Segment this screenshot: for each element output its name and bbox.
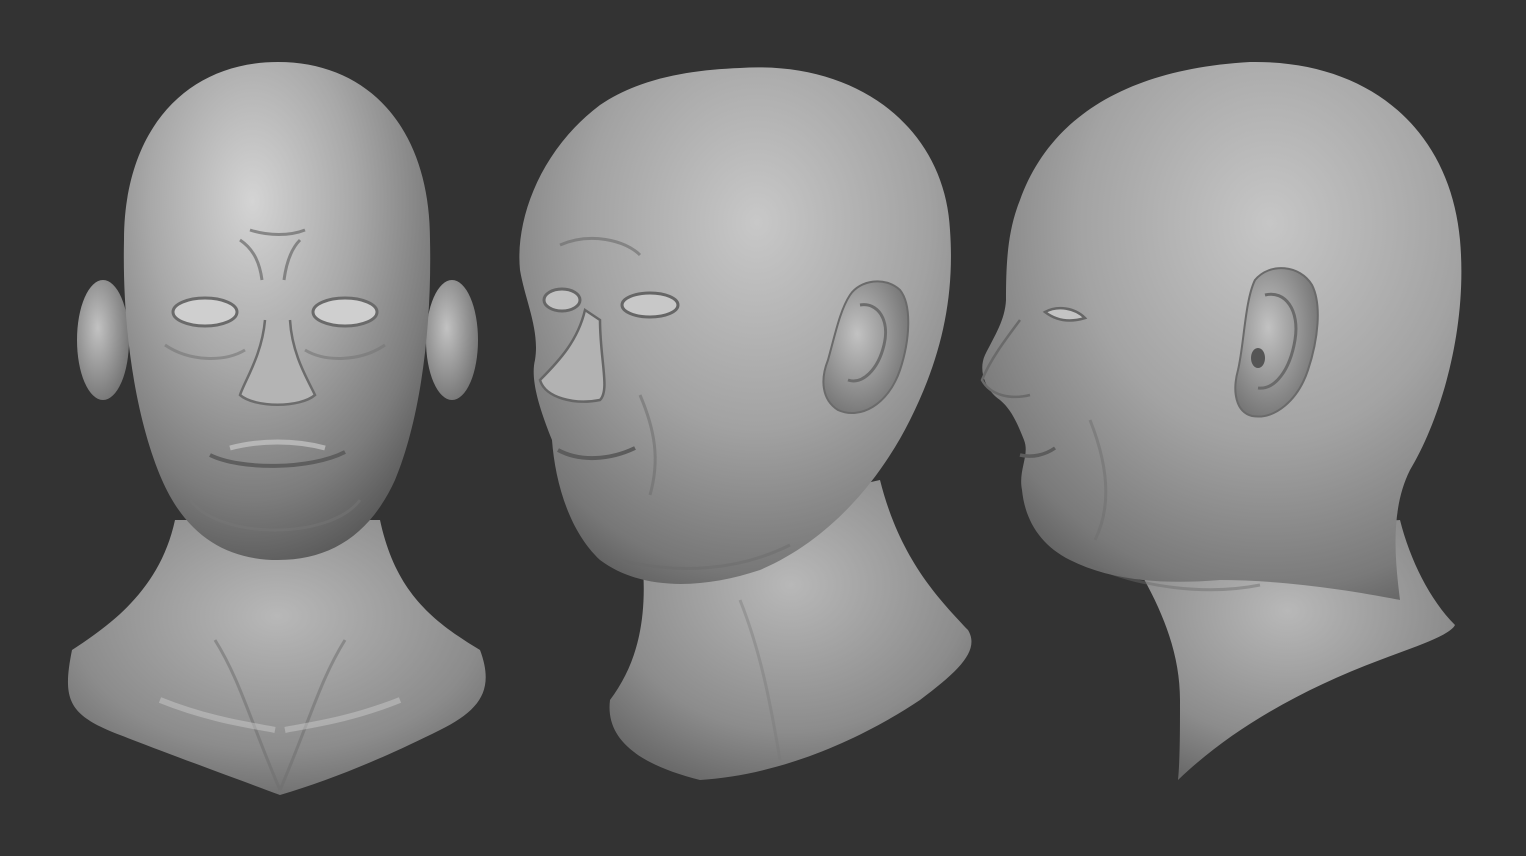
quarter-left-eye xyxy=(542,287,582,313)
sculpt-render-canvas xyxy=(0,0,1526,856)
head-sculpt-renders xyxy=(67,61,1462,795)
front-left-ear xyxy=(77,280,129,400)
front-neck xyxy=(67,520,486,795)
quarter-right-eye xyxy=(620,291,680,319)
profile-view xyxy=(980,61,1462,780)
front-view xyxy=(67,62,486,795)
front-right-ear xyxy=(426,280,478,400)
front-head xyxy=(123,62,431,560)
profile-head xyxy=(982,61,1462,600)
three-quarter-view xyxy=(519,67,972,780)
front-left-eye xyxy=(171,296,239,328)
front-right-eye xyxy=(311,296,379,328)
